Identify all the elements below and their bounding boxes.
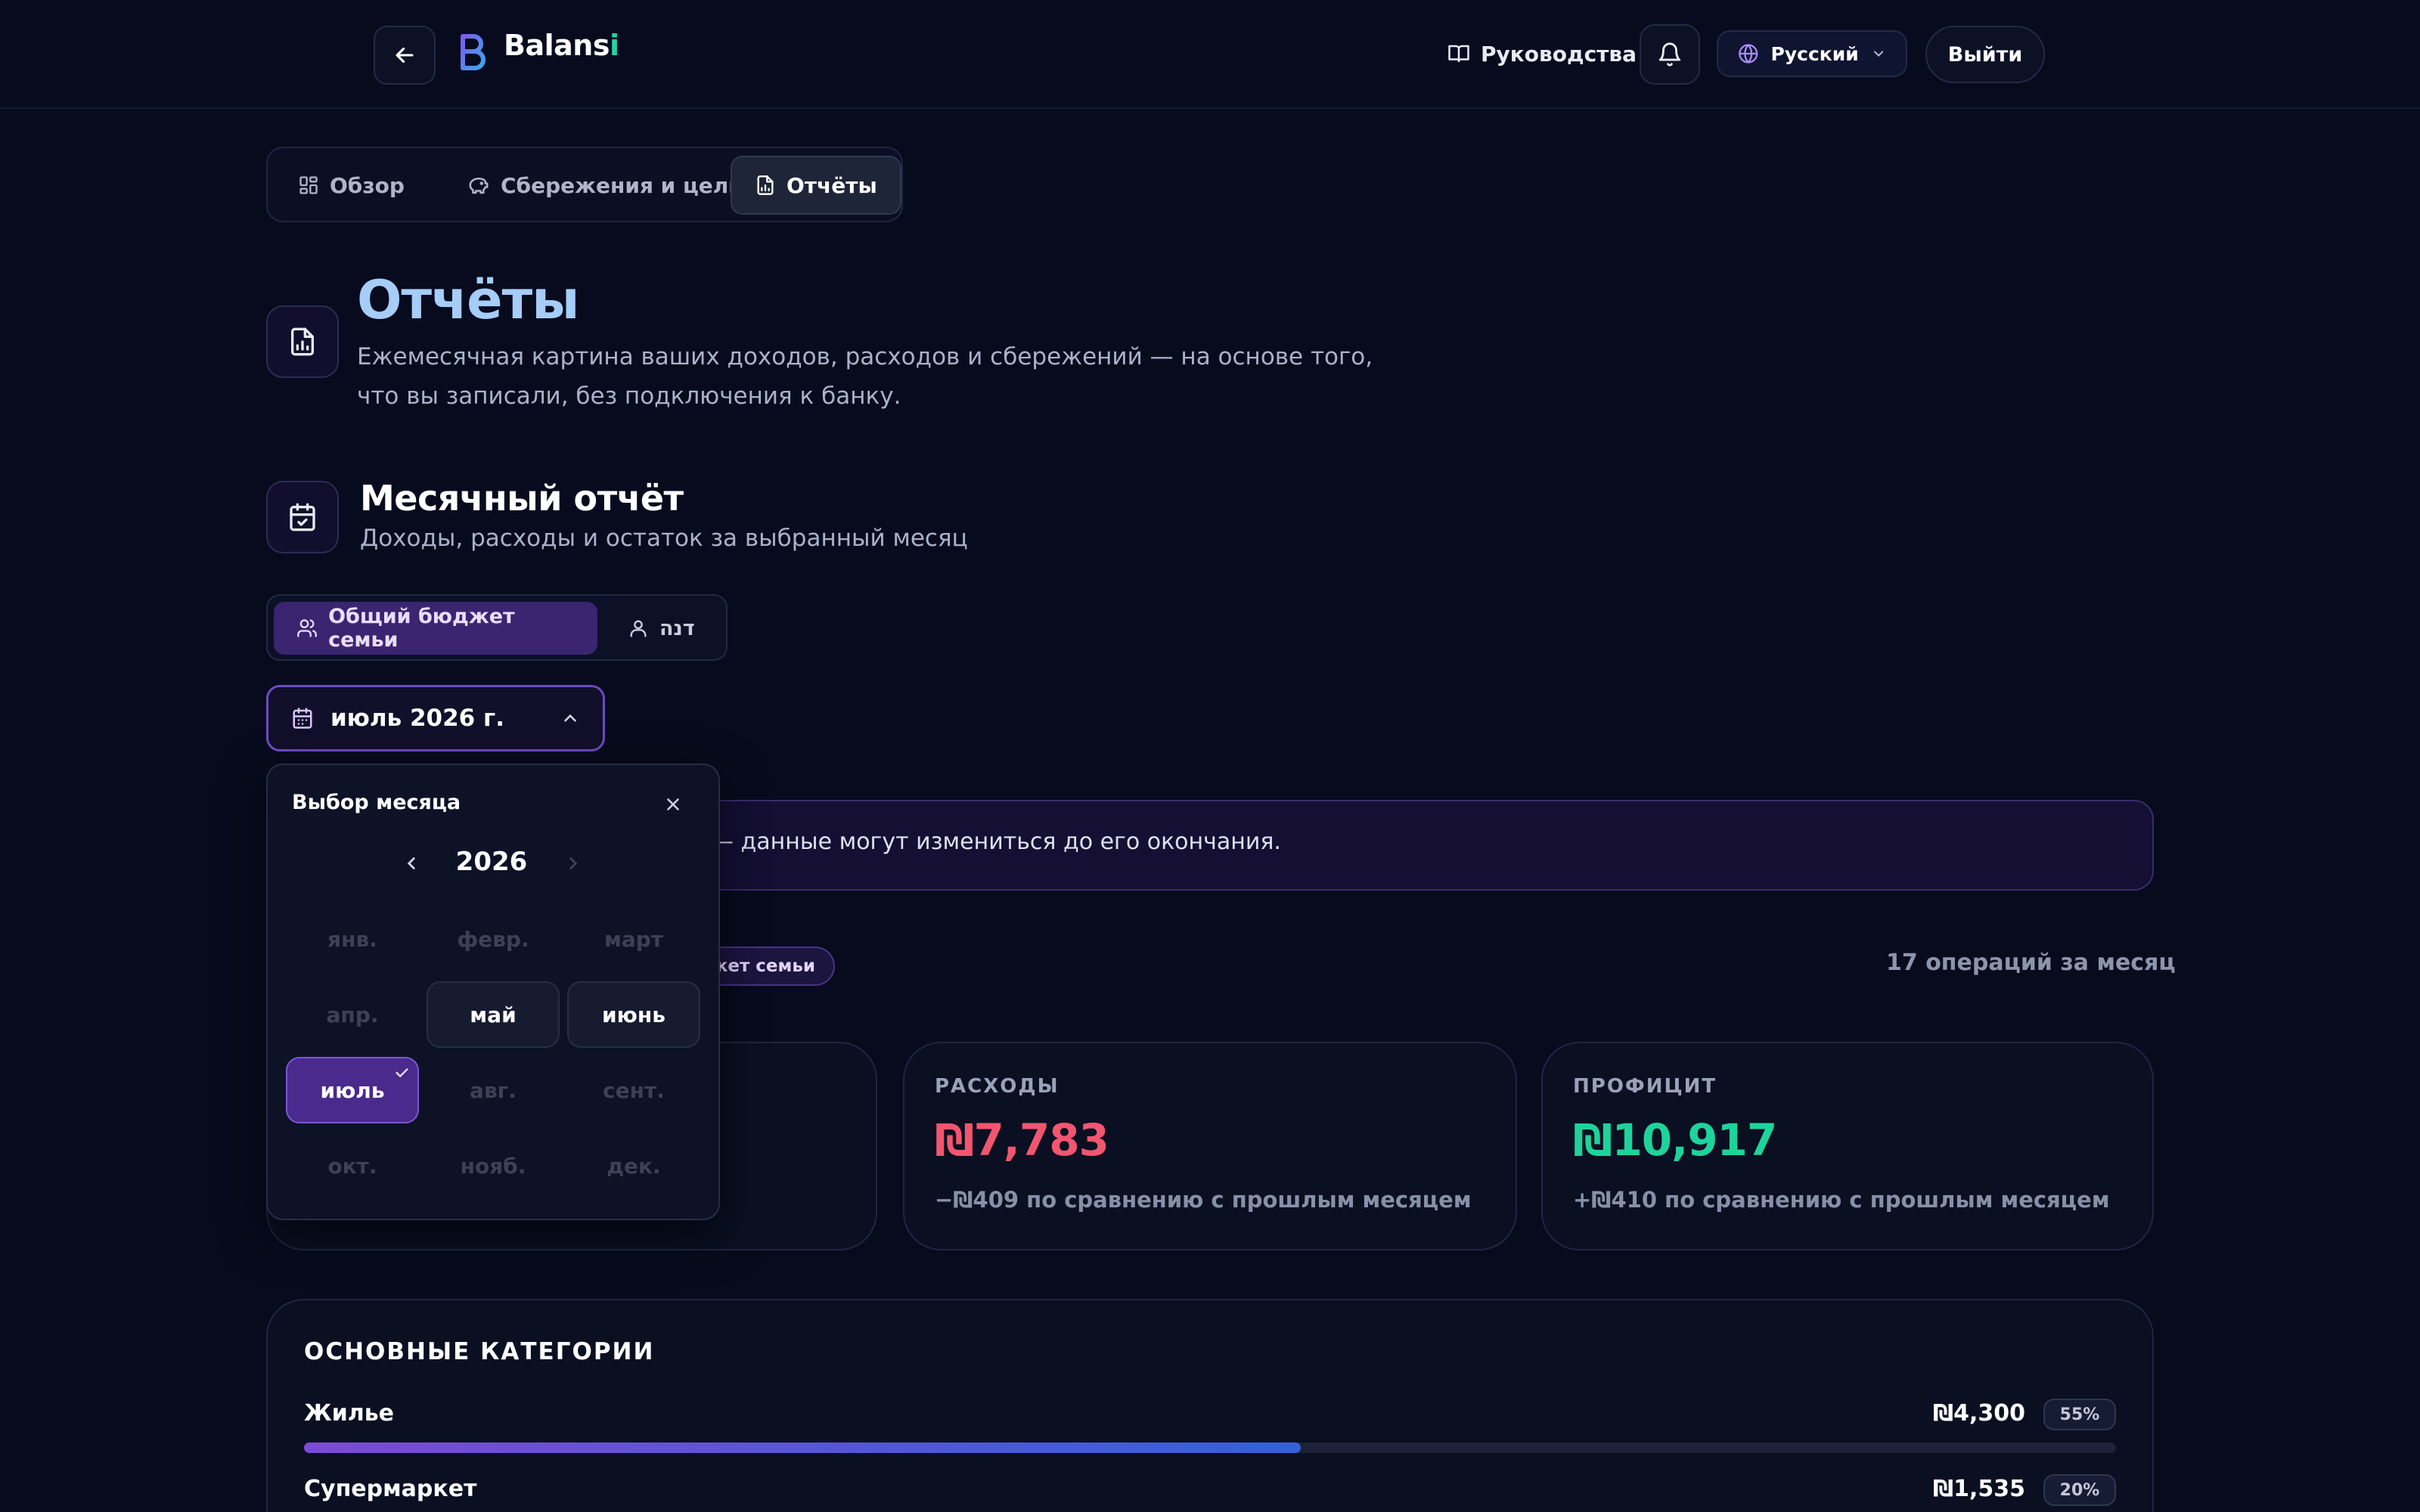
month-cell: апр. — [286, 981, 419, 1048]
main-tabs: Обзор Сбережения и цели Отчёты — [266, 147, 903, 222]
expenses-label: РАСХОДЫ — [935, 1075, 1060, 1098]
month-cell-label: февр. — [457, 926, 529, 952]
month-cell-label: окт. — [327, 1153, 377, 1179]
month-cell-label: май — [470, 1002, 517, 1027]
bell-icon — [1658, 42, 1681, 67]
check-icon — [396, 1068, 408, 1078]
chevron-left-icon — [407, 857, 415, 869]
users-icon — [297, 619, 317, 637]
picker-year: 2026 — [455, 847, 528, 877]
page-description: Ежемесячная картина ваших доходов, расхо… — [357, 343, 1373, 410]
tab-overview[interactable]: Обзор — [275, 156, 427, 215]
user-icon — [630, 620, 647, 637]
calendar-check-icon — [290, 503, 315, 531]
category-bar-fill — [304, 1442, 1301, 1453]
guides-link[interactable]: Руководства — [1447, 36, 1637, 71]
category-name: Жилье — [304, 1400, 395, 1427]
chevron-right-icon — [569, 857, 578, 869]
month-cell: авг. — [427, 1057, 560, 1123]
month-cell: март — [567, 906, 700, 972]
previous-year-button[interactable] — [398, 850, 425, 877]
month-cell[interactable]: июнь — [567, 981, 700, 1048]
section-icon-box — [266, 481, 339, 553]
top-categories-panel — [266, 1299, 2154, 1512]
language-select[interactable]: Русский — [1717, 30, 1907, 77]
month-select[interactable]: июль 2026 г. — [266, 685, 605, 751]
month-cell-label: нояб. — [460, 1153, 526, 1179]
category-amount: ₪1,535 — [1932, 1476, 2025, 1502]
report-icon — [757, 175, 774, 195]
book-icon — [1448, 45, 1469, 63]
month-cell-label: дек. — [607, 1153, 661, 1179]
next-year-button[interactable] — [560, 850, 587, 877]
surplus-label: ПРОФИЦИТ — [1573, 1075, 1717, 1098]
expenses-change: −₪409 по сравнению с прошлым месяцем — [935, 1187, 1472, 1213]
report-icon — [291, 327, 314, 356]
surplus-change: +₪410 по сравнению с прошлым месяцем — [1573, 1187, 2110, 1213]
guides-label: Руководства — [1481, 41, 1637, 67]
category-bar-track — [304, 1442, 2116, 1453]
notifications-button[interactable] — [1640, 24, 1700, 85]
top-header — [0, 0, 2420, 109]
arrow-left-icon — [396, 47, 414, 64]
logo-mark-icon — [457, 33, 490, 71]
month-cell: дек. — [567, 1132, 700, 1199]
scope-person-button[interactable]: דנה — [605, 602, 718, 655]
month-cell[interactable]: июль — [286, 1057, 419, 1123]
section-description: Доходы, расходы и остаток за выбранный м… — [360, 525, 968, 552]
month-cell: февр. — [427, 906, 560, 972]
tab-reports[interactable]: Отчёты — [731, 156, 901, 215]
info-banner-text: — данные могут измениться до его окончан… — [711, 829, 1281, 855]
budget-scope-toggle: Общий бюджет семьи דנה — [266, 594, 728, 661]
scope-family-button[interactable]: Общий бюджет семьи — [274, 602, 597, 655]
category-amount: ₪4,300 — [1932, 1400, 2025, 1427]
categories-title: ОСНОВНЫЕ КАТЕГОРИИ — [304, 1338, 655, 1365]
close-picker-button[interactable] — [659, 791, 687, 818]
language-label: Русский — [1770, 42, 1859, 65]
month-cell: окт. — [286, 1132, 419, 1199]
chevron-up-icon — [564, 714, 576, 722]
month-cell: сент. — [567, 1057, 700, 1123]
month-picker-title: Выбор месяца — [292, 791, 461, 814]
category-percent-badge: 55% — [2043, 1399, 2116, 1430]
month-cell-label: июль — [320, 1077, 385, 1103]
operations-count: 17 операций за месяц — [1886, 950, 2176, 976]
globe-icon — [1739, 44, 1758, 64]
back-button[interactable] — [374, 26, 436, 85]
month-cell-label: март — [603, 926, 664, 952]
month-select-value: июль 2026 г. — [330, 705, 505, 732]
month-cell-label: сент. — [603, 1077, 665, 1103]
category-name: Супермаркет — [304, 1476, 477, 1502]
month-cell-label: апр. — [326, 1002, 379, 1027]
tab-savings-goals[interactable]: Сбережения и цели — [445, 156, 766, 215]
month-cell: янв. — [286, 906, 419, 972]
month-cell-label: авг. — [470, 1077, 517, 1103]
month-cell-label: янв. — [327, 926, 377, 952]
close-icon — [667, 798, 679, 810]
calendar-icon — [293, 708, 312, 729]
category-percent-badge: 20% — [2043, 1474, 2116, 1506]
section-title: Месячный отчёт — [360, 478, 684, 519]
surplus-value: ₪10,917 — [1573, 1114, 1777, 1166]
expenses-value: ₪7,783 — [935, 1114, 1109, 1166]
chevron-down-icon — [1873, 51, 1883, 57]
logout-button[interactable]: Выйти — [1925, 26, 2045, 83]
month-cell: нояб. — [427, 1132, 560, 1199]
month-cell[interactable]: май — [427, 981, 560, 1048]
piggy-bank-icon — [469, 178, 489, 194]
grid-icon — [299, 176, 318, 194]
month-cell-label: июнь — [602, 1002, 666, 1027]
page-icon-box — [266, 305, 339, 378]
page-title: Отчёты — [357, 269, 579, 331]
logo-text[interactable]: Balansi — [504, 29, 619, 62]
